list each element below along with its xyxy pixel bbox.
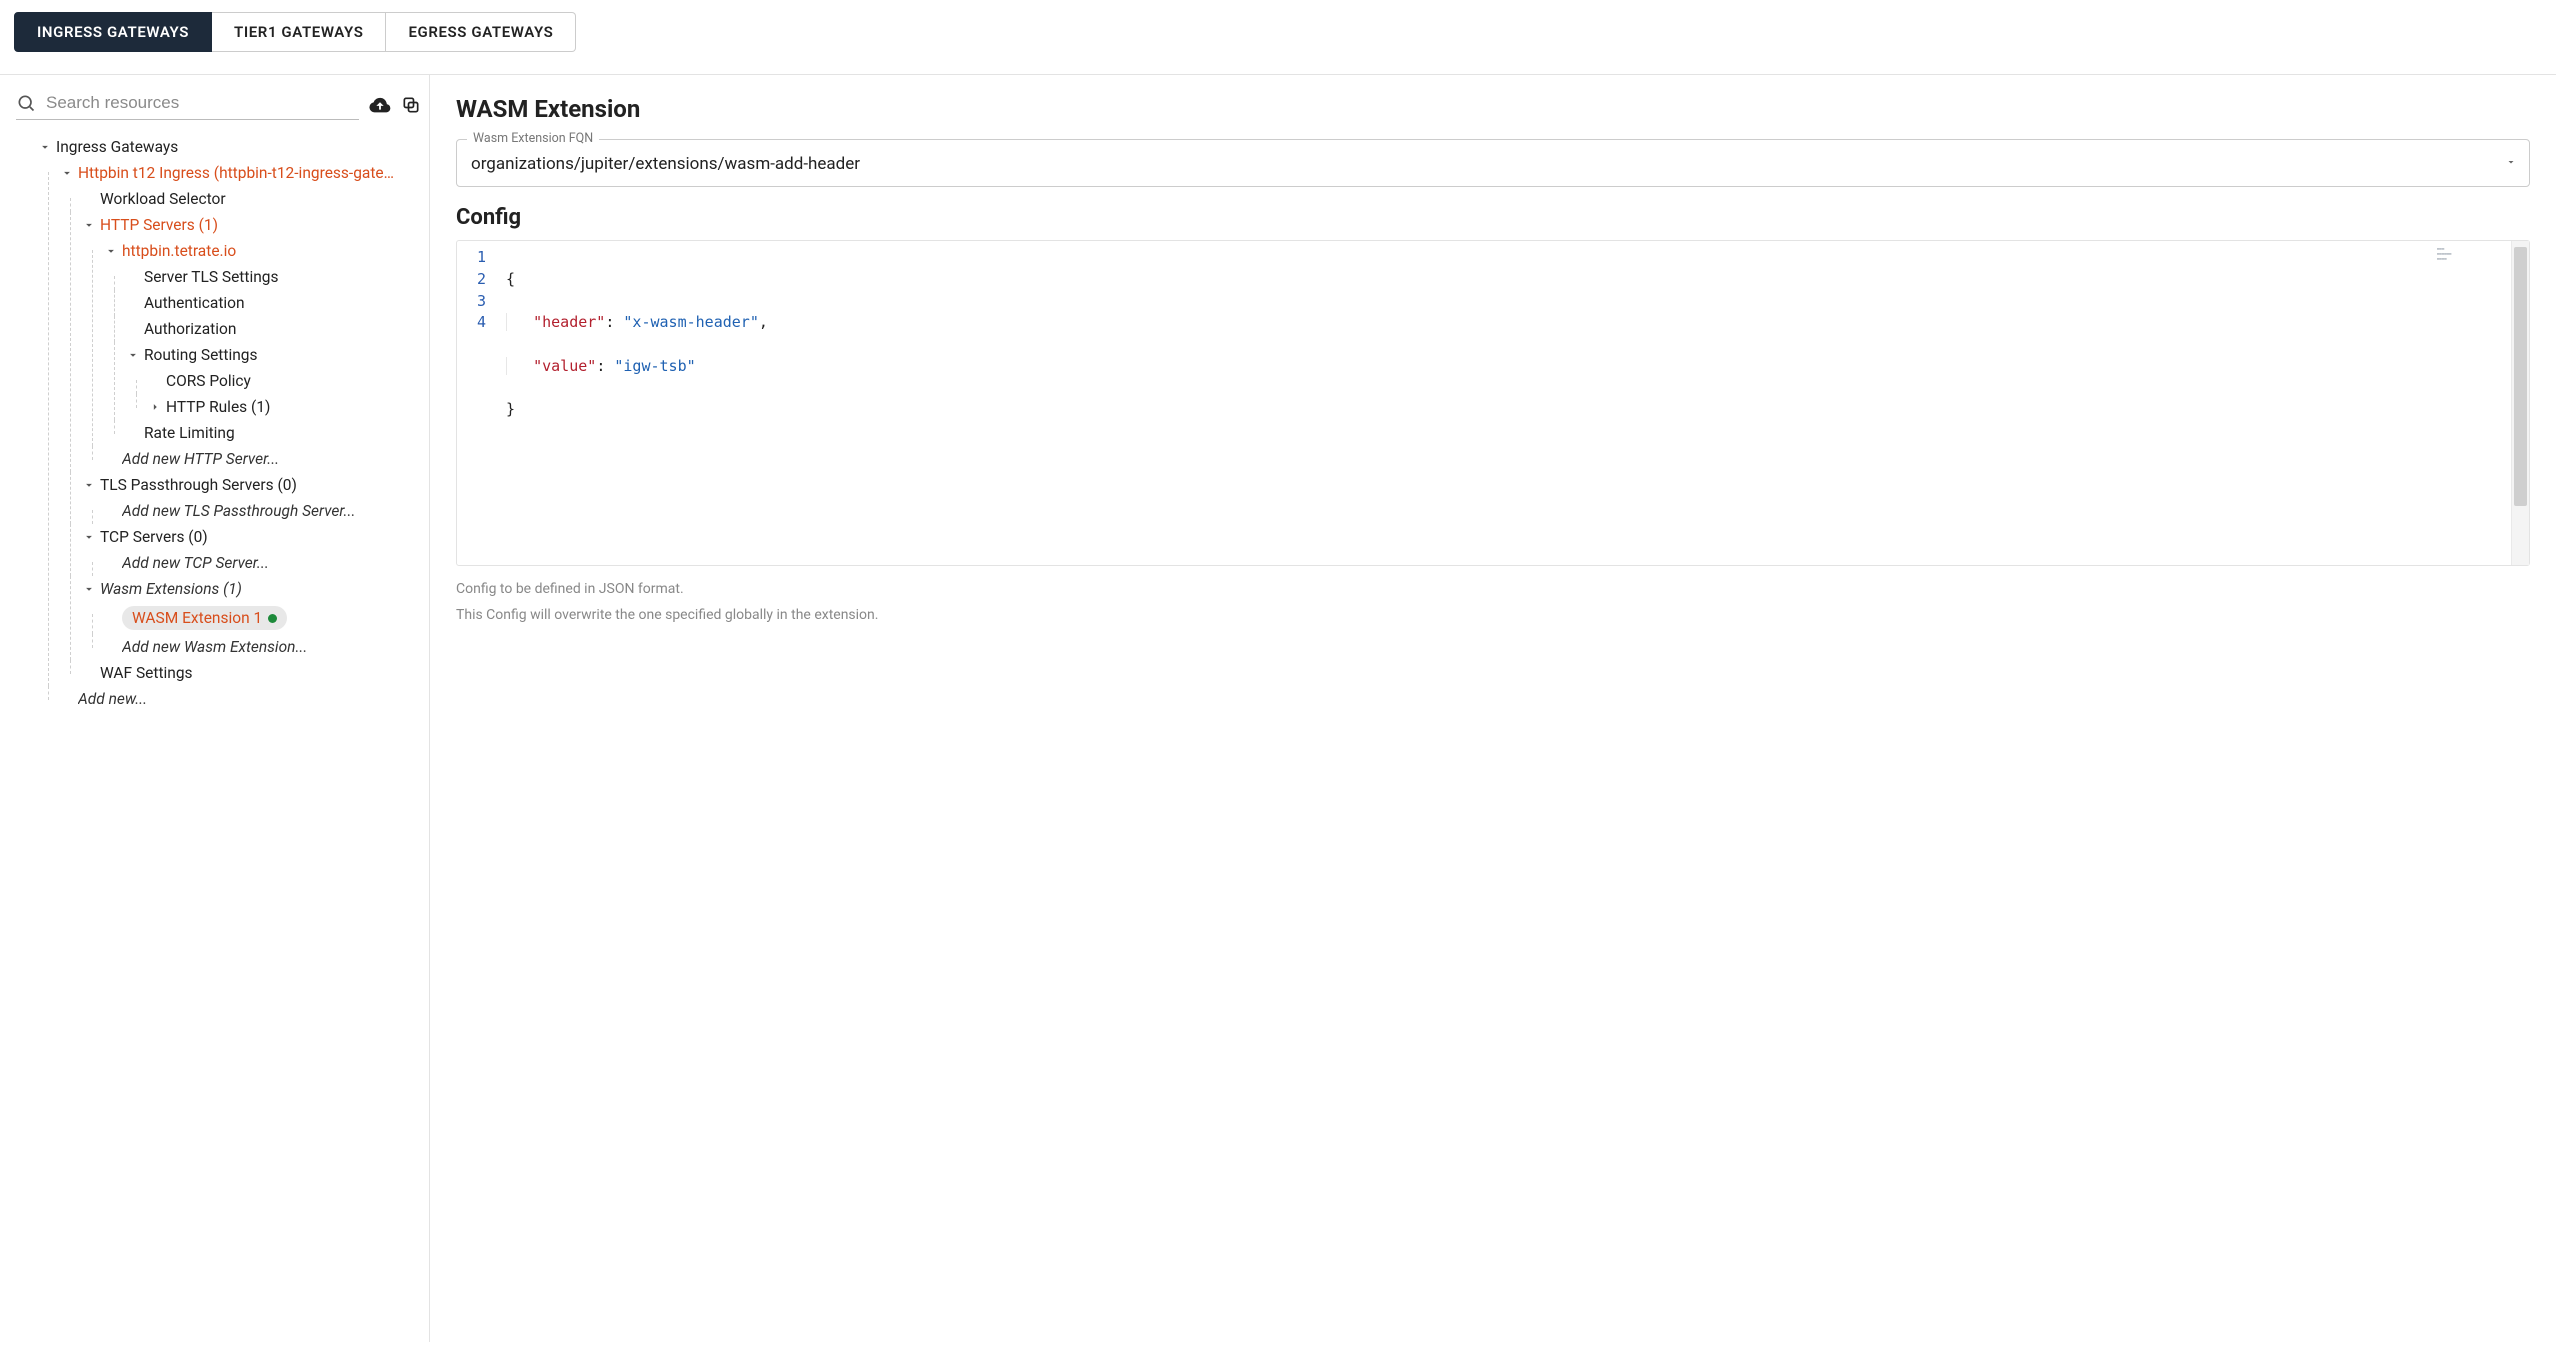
chevron-down-icon[interactable] xyxy=(38,140,52,154)
copy-icon[interactable] xyxy=(401,95,421,115)
tree-item-wasm-extension-1[interactable]: WASM Extension 1 xyxy=(122,606,287,630)
chevron-down-icon[interactable] xyxy=(60,166,74,180)
fqn-value: organizations/jupiter/extensions/wasm-ad… xyxy=(471,154,2491,174)
tree-item-authentication[interactable]: Authentication xyxy=(144,294,245,312)
editor-code[interactable]: { "header": "x-wasm-header", "value": "i… xyxy=(496,241,2511,565)
tree-action-add-new[interactable]: Add new... xyxy=(78,690,147,708)
tree-item-tcp-servers[interactable]: TCP Servers (0) xyxy=(100,528,208,546)
main-panel: WASM Extension Wasm Extension FQN organi… xyxy=(430,75,2556,1342)
wasm-extension-fqn-select[interactable]: Wasm Extension FQN organizations/jupiter… xyxy=(456,139,2530,187)
chevron-down-icon[interactable] xyxy=(82,218,96,232)
tree-action-add-wasm-extension[interactable]: Add new Wasm Extension... xyxy=(122,638,307,656)
fqn-legend: Wasm Extension FQN xyxy=(467,131,599,146)
tree-item-server-tls-settings[interactable]: Server TLS Settings xyxy=(144,268,278,286)
chevron-down-icon[interactable] xyxy=(82,478,96,492)
gateway-tabs: INGRESS GATEWAYS TIER1 GATEWAYS EGRESS G… xyxy=(0,0,2556,52)
tree-item-http-rules[interactable]: HTTP Rules (1) xyxy=(166,398,270,416)
page-title: WASM Extension xyxy=(456,95,2530,123)
tree-action-add-tls-passthrough-server[interactable]: Add new TLS Passthrough Server... xyxy=(122,502,355,520)
tree-item-http-servers[interactable]: HTTP Servers (1) xyxy=(100,216,218,234)
tree-item-workload-selector[interactable]: Workload Selector xyxy=(100,190,226,208)
tree-item-rate-limiting[interactable]: Rate Limiting xyxy=(144,424,235,442)
tab-ingress-gateways[interactable]: INGRESS GATEWAYS xyxy=(14,12,212,52)
search-icon xyxy=(16,93,36,113)
tree-item-waf-settings[interactable]: WAF Settings xyxy=(100,664,193,682)
tree-item-authorization[interactable]: Authorization xyxy=(144,320,236,338)
editor-scrollbar[interactable] xyxy=(2511,241,2529,565)
chevron-right-icon[interactable] xyxy=(148,400,162,414)
workspace: Ingress Gateways Httpbin t12 Ingress (ht… xyxy=(0,74,2556,1342)
chevron-down-icon[interactable] xyxy=(82,530,96,544)
chevron-down-icon[interactable] xyxy=(104,244,118,258)
tree-item-http-host[interactable]: httpbin.tetrate.io xyxy=(122,242,236,260)
chevron-down-icon[interactable] xyxy=(126,348,140,362)
status-dot-icon xyxy=(268,614,277,623)
tab-tier1-gateways[interactable]: TIER1 GATEWAYS xyxy=(212,12,386,52)
tree-item-httpbin-ingress[interactable]: Httpbin t12 Ingress (httpbin-t12-ingress… xyxy=(78,164,394,182)
editor-minimap: ▬▬▬▬▬▬▬▬▬▬▬▬▬ xyxy=(2437,247,2507,271)
tree-item-wasm-extensions[interactable]: Wasm Extensions (1) xyxy=(100,580,242,598)
chevron-down-icon[interactable] xyxy=(82,582,96,596)
tab-egress-gateways[interactable]: EGRESS GATEWAYS xyxy=(386,12,576,52)
resource-sidebar: Ingress Gateways Httpbin t12 Ingress (ht… xyxy=(0,75,430,1342)
search-input[interactable] xyxy=(46,93,359,113)
config-hint-2: This Config will overwrite the one speci… xyxy=(456,604,2530,628)
cloud-upload-icon[interactable] xyxy=(369,94,391,116)
tree-item-cors-policy[interactable]: CORS Policy xyxy=(166,372,251,390)
tree-item-routing-settings[interactable]: Routing Settings xyxy=(144,346,257,364)
config-hint-1: Config to be defined in JSON format. xyxy=(456,578,2530,602)
tree-action-add-tcp-server[interactable]: Add new TCP Server... xyxy=(122,554,269,572)
tree-root-ingress-gateways[interactable]: Ingress Gateways xyxy=(56,138,178,156)
resource-tree: Ingress Gateways Httpbin t12 Ingress (ht… xyxy=(16,134,421,712)
config-editor[interactable]: 1 2 3 4 { "header": "x-wasm-header", "va… xyxy=(456,240,2530,566)
tree-item-tls-passthrough-servers[interactable]: TLS Passthrough Servers (0) xyxy=(100,476,297,494)
dropdown-caret-icon xyxy=(2505,154,2517,172)
tree-action-add-http-server[interactable]: Add new HTTP Server... xyxy=(122,450,279,468)
search-container xyxy=(16,89,359,120)
config-heading: Config xyxy=(456,205,2530,230)
editor-gutter: 1 2 3 4 xyxy=(457,241,496,565)
